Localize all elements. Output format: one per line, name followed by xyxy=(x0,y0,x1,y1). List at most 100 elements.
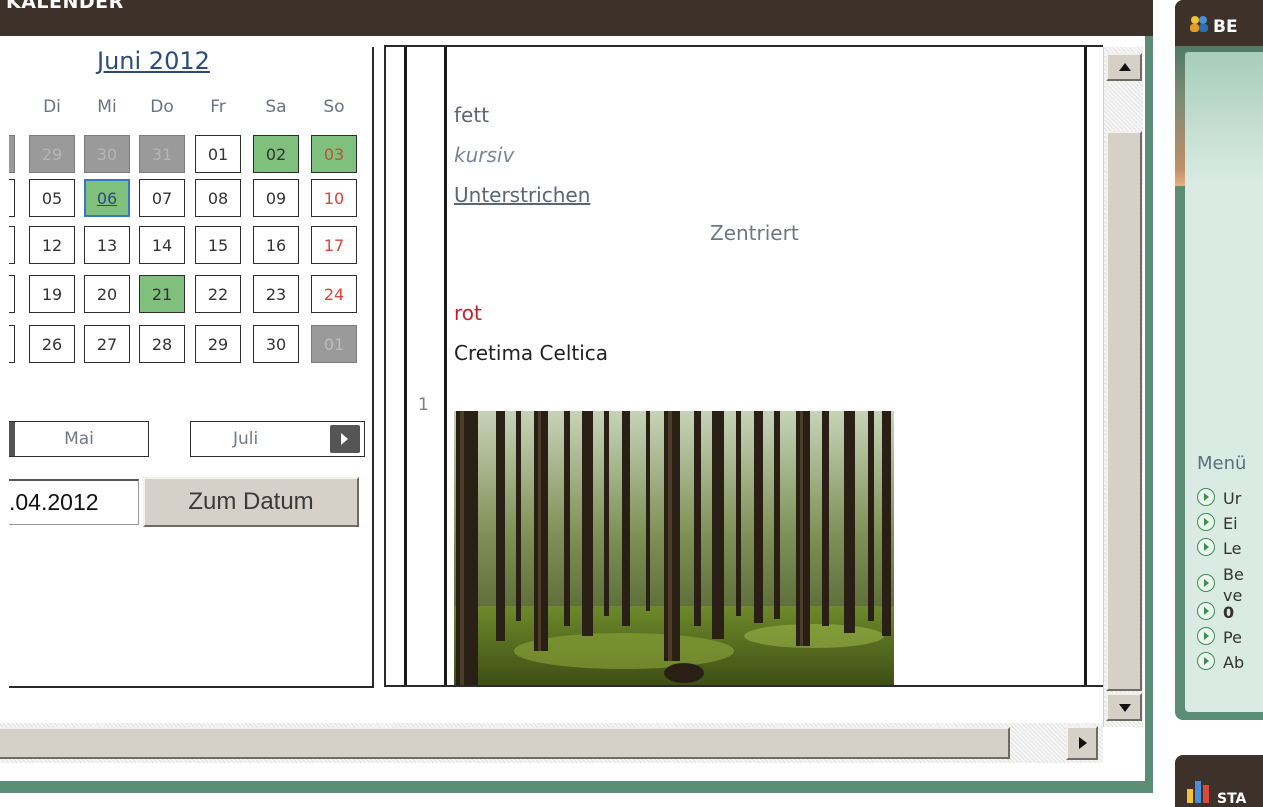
editor-pane: 1 fett kursiv Unterstrichen Zentriert ro… xyxy=(384,45,1103,687)
menu-item-label: Pe xyxy=(1223,627,1242,648)
menu-item-label: Ab xyxy=(1223,652,1244,673)
arrow-right-icon[interactable] xyxy=(330,425,360,453)
date-field[interactable]: .04.2012 xyxy=(9,479,139,525)
menu-item-text: Ab xyxy=(1223,653,1245,672)
calendar-day[interactable]: 01 xyxy=(195,135,241,173)
weekday-label: Fr xyxy=(210,97,226,117)
underlined-text[interactable]: Unterstrichen xyxy=(454,183,590,207)
sidebar-panel: BE Menü Ur Ei Le Be ve 0 Pe Ab xyxy=(1175,0,1263,720)
menu-title: Menü xyxy=(1197,453,1247,474)
scroll-right-icon[interactable] xyxy=(1066,726,1098,760)
scroll-up-icon[interactable] xyxy=(1106,53,1142,81)
menu-item-text: Be xyxy=(1223,565,1244,584)
menu-item-label: Ur xyxy=(1223,488,1241,509)
forest-photo-svg xyxy=(454,411,894,685)
calendar-day[interactable]: 14 xyxy=(139,226,185,264)
calendar-day[interactable]: 03 xyxy=(311,135,357,173)
calendar-day[interactable]: 20 xyxy=(84,275,130,313)
scroll-down-icon[interactable] xyxy=(1106,693,1142,721)
menu-item[interactable]: Ur xyxy=(1197,488,1241,509)
calendar-day-partial[interactable] xyxy=(9,135,15,173)
calendar-day[interactable]: 09 xyxy=(253,179,299,217)
arrow-circle-icon xyxy=(1197,488,1215,506)
calendar-day[interactable]: 13 xyxy=(84,226,130,264)
calendar-day[interactable]: 23 xyxy=(253,275,299,313)
arrow-circle-icon xyxy=(1197,602,1215,620)
calendar-day[interactable]: 29 xyxy=(29,135,75,173)
calendar-day-today[interactable]: 06 xyxy=(84,179,130,217)
italic-text[interactable]: kursiv xyxy=(454,143,514,167)
arrow-circle-icon xyxy=(1197,574,1215,592)
menu-item-text: Ei xyxy=(1223,514,1238,533)
plain-text[interactable]: Cretima Celtica xyxy=(454,341,608,365)
editor-right-border xyxy=(1084,47,1087,685)
weekday-label: Do xyxy=(150,97,174,117)
calendar-day[interactable]: 30 xyxy=(253,325,299,363)
calendar-day[interactable]: 19 xyxy=(29,275,75,313)
horizontal-scroll-thumb[interactable] xyxy=(0,727,1010,759)
calendar-day[interactable]: 28 xyxy=(139,325,185,363)
calendar-day[interactable]: 10 xyxy=(311,179,357,217)
menu-item-label: Ei xyxy=(1223,513,1238,534)
calendar-day[interactable]: 15 xyxy=(195,226,241,264)
stats-icon xyxy=(1187,781,1209,803)
centered-text[interactable]: Zentriert xyxy=(710,221,799,245)
calendar-day-partial[interactable] xyxy=(9,325,15,363)
horizontal-scrollbar[interactable] xyxy=(0,723,1103,763)
red-text[interactable]: rot xyxy=(454,301,482,325)
calendar-day[interactable]: 21 xyxy=(139,275,185,313)
calendar-panel: KALENDER Juni 2012 Di Mi Do Fr Sa So 29 30 31 01… xyxy=(0,0,1153,793)
calendar-day[interactable]: 02 xyxy=(253,135,299,173)
arrow-circle-icon xyxy=(1197,652,1215,670)
menu-item-text: Pe xyxy=(1223,628,1242,647)
calendar-day[interactable]: 22 xyxy=(195,275,241,313)
calendar-day[interactable]: 24 xyxy=(311,275,357,313)
calendar-day[interactable]: 29 xyxy=(195,325,241,363)
menu-item[interactable]: Ei xyxy=(1197,513,1238,534)
calendar-day[interactable]: 01 xyxy=(311,325,357,363)
vertical-scroll-thumb[interactable] xyxy=(1106,131,1142,691)
menu-item[interactable]: Le xyxy=(1197,538,1241,559)
menu-item[interactable]: Be ve xyxy=(1197,564,1244,606)
calendar-day[interactable]: 08 xyxy=(195,179,241,217)
calendar-day[interactable]: 07 xyxy=(139,179,185,217)
calendar-day[interactable]: 27 xyxy=(84,325,130,363)
weekday-label: Di xyxy=(43,97,61,117)
calendar-day[interactable]: 05 xyxy=(29,179,75,217)
sidebar-top-strip xyxy=(1185,52,1263,182)
arrow-circle-icon xyxy=(1197,538,1215,556)
arrow-circle-icon xyxy=(1197,627,1215,645)
panel-header: KALENDER xyxy=(0,0,1153,36)
next-month-button[interactable]: Juli xyxy=(190,421,365,457)
editor-gutter-border xyxy=(404,47,407,685)
prev-month-button[interactable]: Mai xyxy=(9,421,149,457)
editor-gutter-border xyxy=(444,47,447,685)
panel-title: KALENDER xyxy=(6,0,124,13)
users-icon xyxy=(1190,16,1208,32)
forest-image[interactable] xyxy=(454,411,894,685)
menu-item[interactable]: Pe xyxy=(1197,627,1242,648)
calendar-day[interactable]: 17 xyxy=(311,226,357,264)
month-title-link[interactable]: Juni 2012 xyxy=(97,47,210,75)
stats-title: STA xyxy=(1217,791,1247,807)
calendar-day[interactable]: 30 xyxy=(84,135,130,173)
calendar-day-partial[interactable] xyxy=(9,179,15,217)
weekday-label: Mi xyxy=(97,97,117,117)
calendar-day[interactable]: 26 xyxy=(29,325,75,363)
vertical-scrollbar[interactable] xyxy=(1103,47,1143,727)
sidebar-title: BE xyxy=(1213,17,1238,37)
calendar-day-partial[interactable] xyxy=(9,226,15,264)
goto-date-button[interactable]: Zum Datum xyxy=(143,477,359,527)
menu-item[interactable]: 0 xyxy=(1197,602,1234,623)
bold-text[interactable]: fett xyxy=(454,103,489,127)
arrow-circle-icon xyxy=(1197,513,1215,531)
calendar-day[interactable]: 31 xyxy=(139,135,185,173)
menu-item-label: Le xyxy=(1223,538,1241,559)
calendar-day[interactable]: 16 xyxy=(253,226,299,264)
weekday-label: Sa xyxy=(265,97,287,117)
menu-item[interactable]: Ab xyxy=(1197,652,1244,673)
calendar-day-partial[interactable] xyxy=(9,275,15,313)
weekday-label: So xyxy=(323,97,345,117)
calendar-day[interactable]: 12 xyxy=(29,226,75,264)
menu-item-label: 0 xyxy=(1223,602,1234,623)
